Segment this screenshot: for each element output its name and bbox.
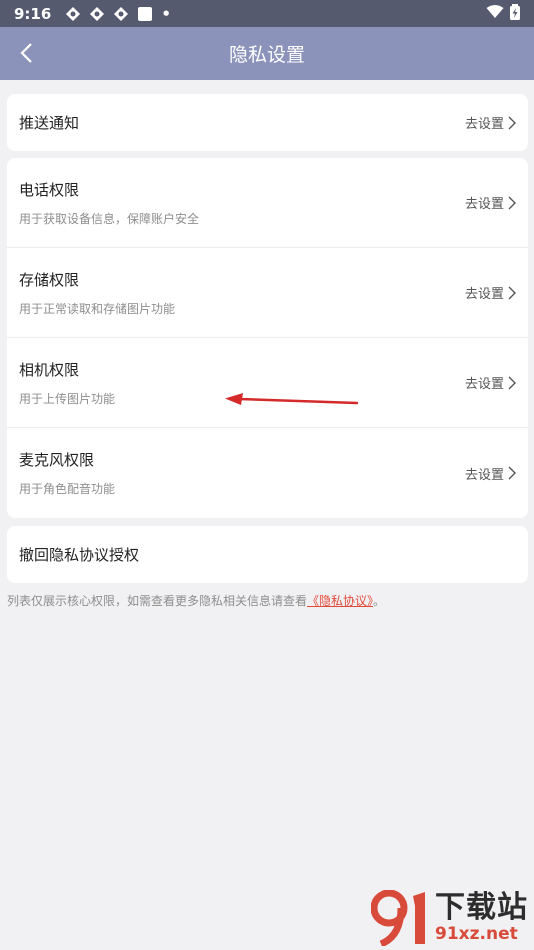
go-settings-label: 去设置 <box>464 467 504 483</box>
permission-desc: 用于获取设备信息，保障账户安全 <box>19 211 200 226</box>
permissions-card: 电话权限 用于获取设备信息，保障账户安全 去设置 存储权限 用于正常读取和存储图… <box>7 158 528 518</box>
permission-desc: 用于角色配音功能 <box>19 482 116 496</box>
go-settings-link[interactable]: 去设置 <box>465 373 516 392</box>
watermark: 下载站 91xz.net <box>371 890 528 946</box>
back-button[interactable] <box>12 39 40 67</box>
square-notification-icon <box>137 6 153 22</box>
permission-row-microphone[interactable]: 麦克风权限 用于角色配音功能 去设置 <box>7 428 528 518</box>
app-notification-icon <box>113 6 129 22</box>
watermark-text-cn: 下载站 <box>435 890 528 925</box>
privacy-agreement-link[interactable]: 《隐私协议》 <box>307 594 373 608</box>
push-notification-card: 推送通知 去设置 <box>7 94 528 151</box>
footer-note-text: 列表仅展示核心权限，如需查看更多隐私相关信息请查看 <box>7 594 308 608</box>
chevron-right-icon <box>508 286 516 299</box>
revoke-privacy-row[interactable]: 撤回隐私协议授权 <box>7 526 528 583</box>
go-settings-label: 去设置 <box>464 117 504 132</box>
permission-label: 存储权限 <box>19 270 80 289</box>
permission-row-phone[interactable]: 电话权限 用于获取设备信息，保障账户安全 去设置 <box>7 158 528 248</box>
permission-row-camera[interactable]: 相机权限 用于上传图片功能 去设置 <box>7 338 528 428</box>
push-notification-label: 推送通知 <box>19 114 80 132</box>
chevron-right-icon <box>508 376 516 389</box>
revoke-privacy-label: 撤回隐私协议授权 <box>19 546 140 564</box>
footer-note: 列表仅展示核心权限，如需查看更多隐私相关信息请查看《隐私协议》。 <box>7 592 385 609</box>
app-notification-icon <box>89 6 105 22</box>
permission-label: 相机权限 <box>19 360 80 379</box>
chevron-right-icon <box>508 466 516 480</box>
title-bar: 隐私设置 <box>0 27 534 80</box>
chevron-right-icon <box>508 196 516 209</box>
go-settings-label: 去设置 <box>464 377 504 392</box>
go-settings-label: 去设置 <box>464 197 504 212</box>
go-settings-link[interactable]: 去设置 <box>465 464 516 483</box>
go-settings-link[interactable]: 去设置 <box>465 113 516 132</box>
chevron-left-icon <box>20 43 32 63</box>
permission-row-storage[interactable]: 存储权限 用于正常读取和存储图片功能 去设置 <box>7 248 528 338</box>
chevron-right-icon <box>508 116 516 129</box>
go-settings-label: 去设置 <box>464 287 504 302</box>
page-title: 隐私设置 <box>228 44 305 66</box>
go-settings-link[interactable]: 去设置 <box>465 193 516 212</box>
more-notifications-dot: • <box>161 4 171 23</box>
permission-label: 电话权限 <box>19 180 80 199</box>
watermark-logo-icon <box>371 890 425 946</box>
status-time: 9:16 <box>14 4 52 23</box>
permission-label: 麦克风权限 <box>19 451 95 469</box>
permission-desc: 用于正常读取和存储图片功能 <box>19 301 176 316</box>
go-settings-link[interactable]: 去设置 <box>465 283 516 302</box>
push-notification-row[interactable]: 推送通知 去设置 <box>7 94 528 151</box>
annotation-arrow-icon <box>225 393 359 405</box>
battery-charging-icon <box>510 3 520 24</box>
wifi-icon <box>486 4 504 23</box>
status-bar: 9:16 • <box>0 0 534 27</box>
permission-desc: 用于上传图片功能 <box>19 391 116 406</box>
app-notification-icon <box>65 6 81 22</box>
revoke-card: 撤回隐私协议授权 <box>7 526 528 583</box>
watermark-text-en: 91xz.net <box>435 924 518 944</box>
footer-note-end: 。 <box>373 594 386 608</box>
